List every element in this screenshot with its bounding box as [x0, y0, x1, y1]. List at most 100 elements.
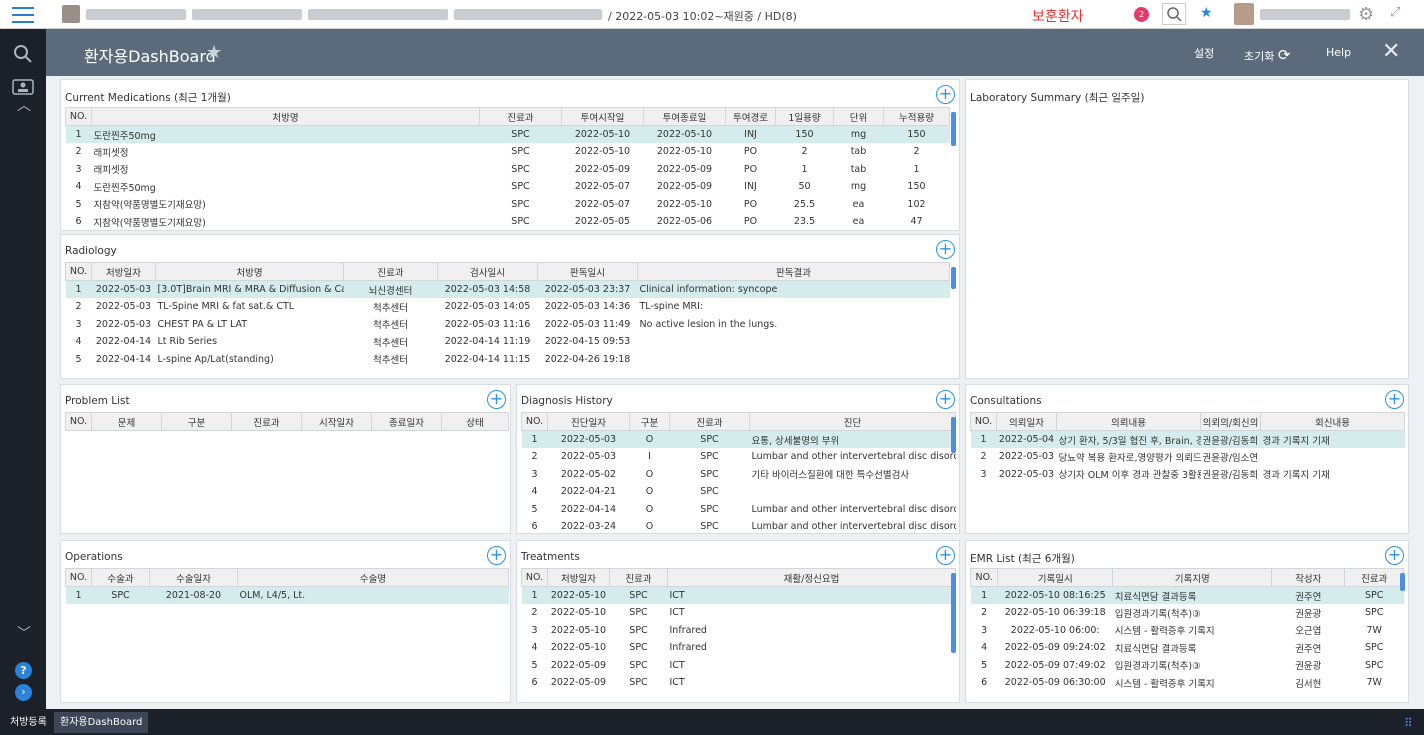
star-icon[interactable]: ★	[206, 42, 222, 63]
column-header[interactable]: 투여시작일	[561, 107, 644, 126]
column-header[interactable]: 투여종료일	[643, 107, 726, 126]
table-row[interactable]: 5 2022-04-14 O SPC Lumbar and other interver…	[522, 501, 955, 519]
table-row[interactable]: 3 2022-05-03 CHEST PA & LT LAT 척추센터 2022-05-…	[66, 316, 950, 334]
column-header[interactable]: 투여경로	[725, 107, 776, 126]
column-header[interactable]: 재활/정신요법	[667, 568, 956, 587]
add-radiology-button[interactable]: +	[936, 240, 955, 259]
table-row[interactable]: 4 2022-05-10 SPC Infrared	[522, 639, 956, 657]
close-icon[interactable]: ✕	[1382, 39, 1400, 64]
settings-button[interactable]: 설정	[1194, 45, 1214, 61]
scrollbar[interactable]	[951, 417, 956, 453]
search-icon[interactable]	[12, 43, 34, 69]
menu-icon[interactable]	[12, 7, 34, 23]
column-header[interactable]: 수술명	[237, 568, 509, 587]
column-header[interactable]: 진료과	[1344, 568, 1404, 587]
tab-dashboard[interactable]: 환자용DashBoard	[54, 712, 149, 733]
column-header[interactable]: 진단일자	[547, 412, 630, 431]
column-header[interactable]: NO.	[521, 412, 548, 431]
add-operation-button[interactable]: +	[487, 546, 506, 565]
help-button[interactable]: Help	[1326, 46, 1351, 59]
column-header[interactable]: 문제	[91, 412, 162, 431]
scrollbar[interactable]	[1400, 573, 1405, 591]
column-header[interactable]: 처방명	[155, 262, 344, 281]
table-row[interactable]: 3 2022-05-10 06:00: 시스템 - 활력증후 기록지 오근엽 7W	[971, 622, 1404, 640]
table-row[interactable]: 2 2022-05-10 SPC ICT	[522, 604, 956, 622]
table-row[interactable]: 1 2022-05-10 SPC ICT	[521, 586, 956, 604]
user-avatar[interactable]	[1234, 3, 1254, 25]
tab-prescription[interactable]: 처방등록	[4, 712, 53, 733]
column-header[interactable]: 의뢰일자	[996, 412, 1057, 431]
reset-button[interactable]: 초기화 ⟳	[1244, 46, 1290, 64]
table-row[interactable]: 5 2022-05-09 07:49:02 입원경과기록(척추)③ 권윤광 SPC	[971, 657, 1404, 675]
column-header[interactable]: 진단	[749, 412, 956, 431]
table-row[interactable]: 1 2022-05-10 08:16:25 치료식면담 결과등록 권주연 SPC	[970, 586, 1404, 604]
column-header[interactable]: NO.	[970, 412, 997, 431]
table-row[interactable]: 3 2022-05-10 SPC Infrared	[522, 622, 956, 640]
table-row[interactable]: 1 2022-05-04 상기 환자, 5/3일 협진 후, Brain, 경 권윤광…	[970, 430, 1405, 448]
table-row[interactable]: 3 래피셋정 SPC 2022-05-09 2022-05-09 PO 1 tab 1	[66, 161, 950, 179]
table-row[interactable]: 6 2022-05-09 06:30:00 시스템 - 활력증후 기록지 김서현 7W	[971, 674, 1404, 692]
column-header[interactable]: 누적용량	[883, 107, 950, 126]
column-header[interactable]: 종료일자	[371, 412, 442, 431]
column-header[interactable]: NO.	[65, 107, 92, 126]
gear-icon[interactable]: ⚙	[1358, 4, 1374, 25]
table-row[interactable]: 1 SPC 2021-08-20 OLM, L4/5, Lt.	[65, 586, 509, 604]
column-header[interactable]: NO.	[969, 568, 999, 587]
grid-icon[interactable]: ⠿	[1404, 716, 1413, 730]
table-row[interactable]: 2 2022-05-03 당뇨약 복용 환자로,영양평가 의뢰드 권윤광/임소연	[971, 448, 1405, 466]
column-header[interactable]: 진료과	[669, 412, 750, 431]
table-row[interactable]: 2 2022-05-03 TL-Spine MRI & fat sat.& CTL 척…	[66, 298, 950, 316]
column-header[interactable]: 단위	[833, 107, 884, 126]
column-header[interactable]: 의뢰의/회신의	[1200, 412, 1261, 431]
search-button[interactable]	[1162, 3, 1186, 25]
column-header[interactable]: 시작일자	[301, 412, 372, 431]
add-consultation-button[interactable]: +	[1385, 390, 1404, 409]
add-medication-button[interactable]: +	[936, 85, 955, 104]
table-row[interactable]: 4 2022-04-21 O SPC	[522, 483, 956, 501]
table-row[interactable]: 5 지참약(약품명별도기재요망) SPC 2022-05-07 2022-05-10 PO…	[66, 196, 950, 214]
column-header[interactable]: NO.	[65, 262, 92, 281]
column-header[interactable]: 진료과	[231, 412, 302, 431]
column-header[interactable]: 처방일자	[91, 262, 156, 281]
column-header[interactable]: 구분	[629, 412, 670, 431]
chevron-down-icon[interactable]: ﹀	[17, 623, 31, 643]
column-header[interactable]: 수술과	[91, 568, 150, 587]
table-row[interactable]: 1 2022-05-03 O SPC 요통, 상세불명의 부위	[521, 430, 956, 448]
column-header[interactable]: 기록지명	[1112, 568, 1273, 587]
column-header[interactable]: 처방명	[91, 107, 480, 126]
chevron-right-icon[interactable]: ›	[15, 684, 32, 701]
table-row[interactable]: 4 2022-04-14 Lt Rib Series 척추센터 2022-04-14 1…	[66, 333, 950, 351]
scrollbar[interactable]	[951, 267, 956, 289]
column-header[interactable]: 판독일시	[537, 262, 638, 281]
table-row[interactable]: 3 2022-05-03 상기자 OLM 이후 경과 관찰중 3활용 권윤광/김동희 경…	[971, 466, 1405, 484]
notification-badge[interactable]: 2	[1134, 7, 1149, 22]
column-header[interactable]: 진료과	[343, 262, 438, 281]
column-header[interactable]: 진료과	[609, 568, 668, 587]
table-row[interactable]: 6 2022-03-24 O SPC Lumbar and other interver…	[522, 518, 955, 536]
add-problem-button[interactable]: +	[487, 390, 506, 409]
table-row[interactable]: 1 2022-05-03 [3.0T]Brain MRI & MRA & Diffu…	[65, 280, 950, 298]
table-row[interactable]: 2 래피셋정 SPC 2022-05-10 2022-05-10 PO 2 tab 2	[66, 143, 950, 161]
add-diagnosis-button[interactable]: +	[936, 390, 955, 409]
table-row[interactable]: 1 도란찐주50mg SPC 2022-05-10 2022-05-10 INJ 150 mg…	[65, 125, 950, 143]
column-header[interactable]: 구분	[161, 412, 232, 431]
column-header[interactable]: 작성자	[1271, 568, 1346, 587]
column-header[interactable]: 기록일시	[997, 568, 1114, 587]
column-header[interactable]: NO.	[521, 568, 548, 587]
table-row[interactable]: 4 2022-05-09 09:24:02 치료식면담 결과등록 권주연 SPC	[971, 639, 1404, 657]
column-header[interactable]: 1일용량	[775, 107, 834, 126]
favorite-star-icon[interactable]: ★	[1200, 5, 1213, 21]
table-row[interactable]: 2 2022-05-03 I SPC Lumbar and other interver…	[522, 448, 955, 466]
table-row[interactable]: 6 지참약(약품명별도기재요망) SPC 2022-05-05 2022-05-06 PO…	[66, 213, 950, 231]
column-header[interactable]: NO.	[65, 568, 92, 587]
table-row[interactable]: 4 도란찐주50mg SPC 2022-05-07 2022-05-09 INJ 50 mg 1…	[66, 178, 950, 196]
table-row[interactable]: 5 2022-05-09 SPC ICT	[522, 657, 956, 675]
scrollbar[interactable]	[951, 573, 956, 653]
add-emr-button[interactable]: +	[1385, 546, 1404, 565]
table-row[interactable]: 2 2022-05-10 06:39:18 입원경과기록(척추)③ 권윤광 SPC	[971, 604, 1404, 622]
column-header[interactable]: 진료과	[479, 107, 562, 126]
chevron-up-icon[interactable]: ︿	[17, 95, 31, 115]
fullscreen-icon[interactable]: ⤢	[1390, 5, 1400, 20]
column-header[interactable]: 의뢰내용	[1056, 412, 1201, 431]
scrollbar[interactable]	[951, 112, 956, 146]
